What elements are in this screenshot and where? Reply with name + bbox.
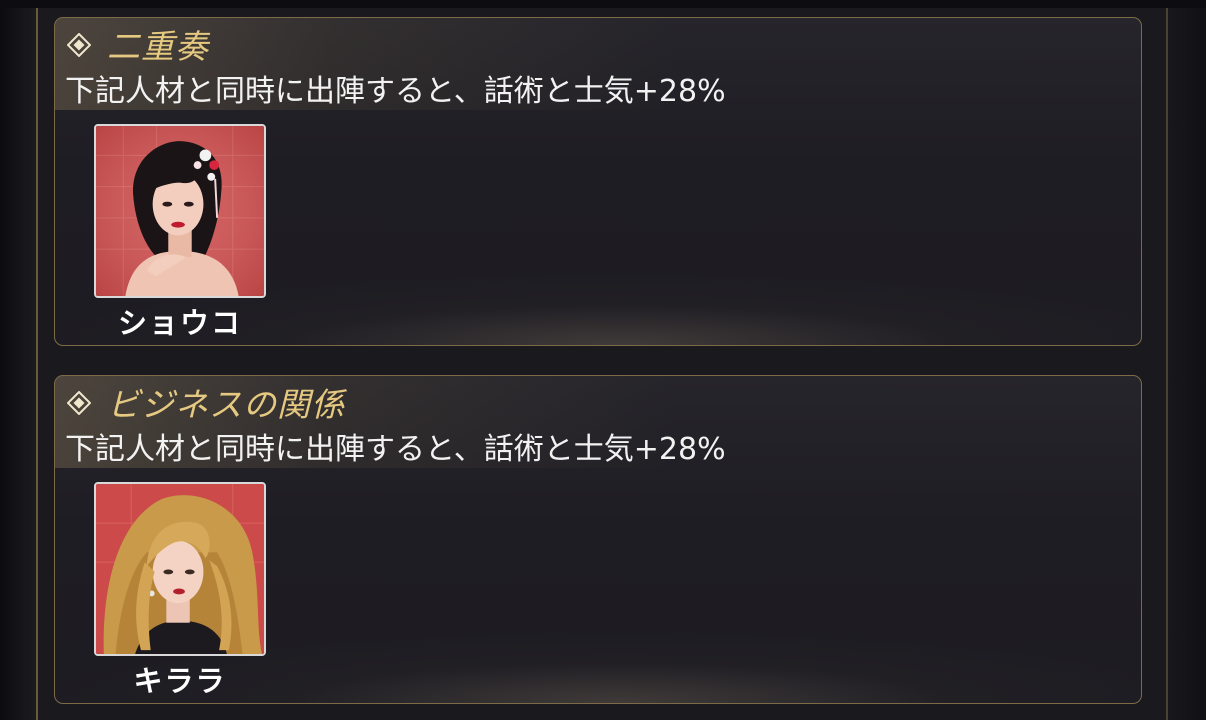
diamond-bullet-icon	[67, 391, 91, 415]
bonus-title: 二重奏	[107, 27, 209, 66]
character-name: キララ	[133, 664, 227, 698]
character-portrait-image	[96, 484, 264, 654]
character-portrait[interactable]	[94, 482, 266, 656]
bonus-description: 下記人材と同時に出陣すると、話術と士気+28%	[65, 432, 726, 467]
diamond-bullet-icon	[67, 33, 91, 57]
character-portrait[interactable]	[94, 124, 266, 298]
character-name: ショウコ	[117, 306, 242, 340]
left-backdrop	[0, 0, 40, 720]
character-portrait-image	[96, 126, 264, 296]
top-edge	[0, 0, 1206, 8]
bonus-card: 二重奏 下記人材と同時に出陣すると、話術と士気+28% ショウコ	[54, 17, 1142, 346]
bonus-title: ビジネスの関係	[107, 385, 345, 424]
bonus-description: 下記人材と同時に出陣すると、話術と士気+28%	[65, 74, 726, 109]
bonus-card: ビジネスの関係 下記人材と同時に出陣すると、話術と士気+28% キララ	[54, 375, 1142, 704]
